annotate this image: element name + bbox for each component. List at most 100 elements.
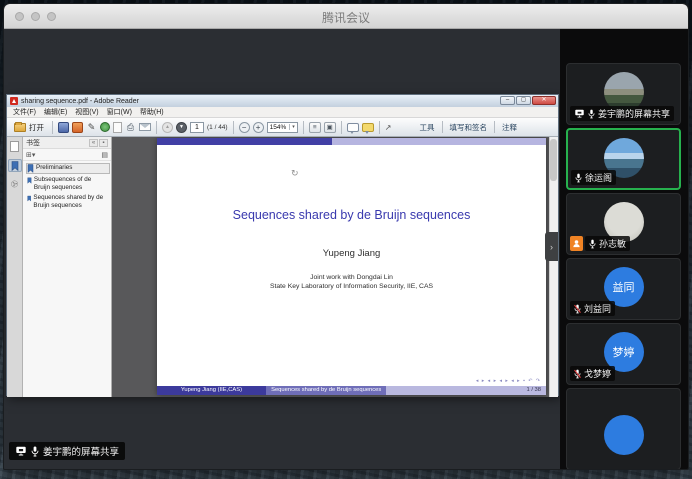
- page-number-input[interactable]: 1: [190, 122, 204, 133]
- participant-label: 戈梦婷: [570, 366, 615, 381]
- reader-titlebar[interactable]: sharing sequence.pdf - Adobe Reader – ◻ …: [7, 95, 558, 107]
- participant-label: 孙志敏: [585, 236, 630, 251]
- reader-close-button[interactable]: ✕: [532, 96, 556, 105]
- toolbar-separator: [303, 121, 304, 134]
- comment-bubble-icon[interactable]: [347, 123, 359, 132]
- highlight-bubble-icon[interactable]: [362, 123, 374, 132]
- participant-tile-active-speaker[interactable]: 徐运阁: [566, 128, 681, 190]
- bookmarks-title: 书签: [26, 138, 88, 148]
- page-thumbnails-icon[interactable]: [9, 140, 21, 153]
- host-badge-icon: [570, 236, 583, 251]
- panel-collapse-button[interactable]: «: [89, 139, 98, 147]
- reader-maximize-button[interactable]: ◻: [516, 96, 531, 105]
- participant-tile-partial[interactable]: [566, 388, 681, 470]
- bookmark-ribbon-icon: [27, 194, 31, 203]
- comment-panel-button[interactable]: 注释: [499, 122, 520, 133]
- slide-header-dark-segment: [157, 138, 332, 145]
- fill-sign-panel-button[interactable]: 填写和签名: [447, 122, 491, 133]
- reader-window-controls: – ◻ ✕: [500, 96, 556, 105]
- participant-tile[interactable]: 益同 刘益同: [566, 258, 681, 320]
- bookmark-ribbon-icon: [27, 164, 34, 173]
- open-button-label: 打开: [29, 122, 44, 133]
- open-button[interactable]: 打开: [11, 121, 47, 134]
- menu-help[interactable]: 帮助(H): [136, 107, 168, 117]
- scrollbar-thumb[interactable]: [550, 139, 557, 181]
- toolbar-separator: [156, 121, 157, 134]
- mic-muted-icon: [574, 304, 581, 314]
- share-arrow-icon[interactable]: ↗: [385, 123, 392, 132]
- slide-title: Sequences shared by de Bruijn sequences: [157, 208, 546, 222]
- meeting-content: sharing sequence.pdf - Adobe Reader – ◻ …: [4, 29, 688, 470]
- bookmark-label: Subsequences of de Bruijn sequences: [34, 176, 109, 191]
- document-icon[interactable]: [113, 122, 122, 133]
- footer-page-number: 1 / 38: [386, 386, 546, 395]
- participant-label: 姜宇鹏的屏幕共享: [570, 106, 674, 121]
- toolbar-separator: [233, 121, 234, 134]
- menu-edit[interactable]: 编辑(E): [40, 107, 71, 117]
- participants-sidebar: 姜宇鹏的屏幕共享 徐运阁: [560, 29, 688, 470]
- panel-options-button[interactable]: ▪: [99, 139, 108, 147]
- new-bookmark-icon[interactable]: ▤: [101, 151, 108, 159]
- participant-name: 徐运阁: [585, 171, 612, 184]
- mic-icon: [589, 239, 596, 249]
- toolbar-separator: [494, 121, 495, 133]
- zoom-level-select[interactable]: 154% ▾: [267, 122, 298, 133]
- zoom-in-button[interactable]: +: [253, 122, 264, 133]
- document-scrollbar[interactable]: [549, 137, 558, 397]
- bookmark-item[interactable]: Preliminaries: [27, 164, 109, 173]
- reader-toolbar: 打开 ✎ ⎙ ▲ ▼ 1 (1 / 44) −: [7, 118, 558, 137]
- tencent-meeting-window: 腾讯会议 sharing sequence.pdf - Adobe Reader…: [3, 3, 689, 470]
- screen-share-icon: [15, 446, 27, 456]
- reader-content: ✇ 书签 « ▪ ⊞ ▾ ▤: [7, 137, 558, 397]
- mic-icon: [575, 173, 582, 183]
- participant-tile-host[interactable]: 孙志敏: [566, 193, 681, 255]
- send-file-icon[interactable]: [72, 122, 83, 133]
- bookmark-item[interactable]: Subsequences of de Bruijn sequences: [27, 176, 109, 191]
- scroll-mode-icon[interactable]: ≡: [309, 122, 321, 133]
- participant-name: 戈梦婷: [584, 367, 611, 380]
- reader-minimize-button[interactable]: –: [500, 96, 515, 105]
- bookmarks-panel-icon[interactable]: [8, 159, 22, 172]
- zoom-out-button[interactable]: −: [239, 122, 250, 133]
- menu-file[interactable]: 文件(F): [9, 107, 40, 117]
- previous-page-button[interactable]: ▲: [162, 122, 173, 133]
- bookmarks-list: Preliminaries Subsequences of de Bruijn …: [23, 161, 111, 212]
- print-icon[interactable]: ⎙: [125, 122, 136, 133]
- slide-footer: Yupeng Jiang (IIE,CAS) Sequences shared …: [157, 386, 546, 395]
- mic-icon: [588, 109, 595, 119]
- bookmark-item[interactable]: Sequences shared by de Bruijn sequences: [27, 194, 109, 209]
- meeting-titlebar[interactable]: 腾讯会议: [4, 4, 688, 29]
- panel-expand-tab[interactable]: ›: [545, 232, 558, 261]
- bookmark-ribbon-icon: [27, 176, 32, 185]
- bookmarks-toolbar: ⊞ ▾ ▤: [23, 149, 111, 161]
- slide-author: Yupeng Jiang: [157, 248, 546, 259]
- chevron-down-icon[interactable]: ▾: [32, 151, 36, 159]
- edit-icon[interactable]: ✎: [86, 122, 97, 133]
- menu-window[interactable]: 窗口(W): [103, 107, 136, 117]
- page-count-label: (1 / 44): [207, 124, 228, 131]
- share-banner: 姜宇鹏的屏幕共享: [9, 442, 125, 460]
- attachments-icon[interactable]: ✇: [6, 176, 24, 194]
- participant-label: 徐运阁: [571, 170, 616, 185]
- menu-view[interactable]: 视图(V): [71, 107, 102, 117]
- tools-panel-button[interactable]: 工具: [417, 122, 438, 133]
- slide-subtitle-2: State Key Laboratory of Information Secu…: [157, 283, 546, 290]
- globe-icon[interactable]: [100, 122, 110, 132]
- reader-menubar: 文件(F) 编辑(E) 视图(V) 窗口(W) 帮助(H): [7, 107, 558, 118]
- participant-tile-sharer[interactable]: 姜宇鹏的屏幕共享: [566, 63, 681, 125]
- toolbar-right-panels: 工具 填写和签名 注释: [417, 118, 521, 136]
- toolbar-separator: [52, 121, 53, 134]
- next-page-button[interactable]: ▼: [176, 122, 187, 133]
- toolbar-separator: [379, 121, 380, 134]
- slide-header-bar: [157, 138, 546, 145]
- save-icon[interactable]: [58, 122, 69, 133]
- bookmarks-panel: 书签 « ▪ ⊞ ▾ ▤ Pr: [23, 137, 112, 397]
- participant-label: 刘益同: [570, 301, 615, 316]
- fullscreen-icon[interactable]: ▣: [324, 122, 336, 133]
- mail-icon[interactable]: [139, 123, 151, 131]
- mic-icon: [31, 446, 39, 457]
- toolbar-separator: [442, 121, 443, 133]
- participant-tile[interactable]: 梦婷 戈梦婷: [566, 323, 681, 385]
- avatar-initials: [604, 415, 644, 455]
- participant-name: 姜宇鹏的屏幕共享: [598, 107, 670, 120]
